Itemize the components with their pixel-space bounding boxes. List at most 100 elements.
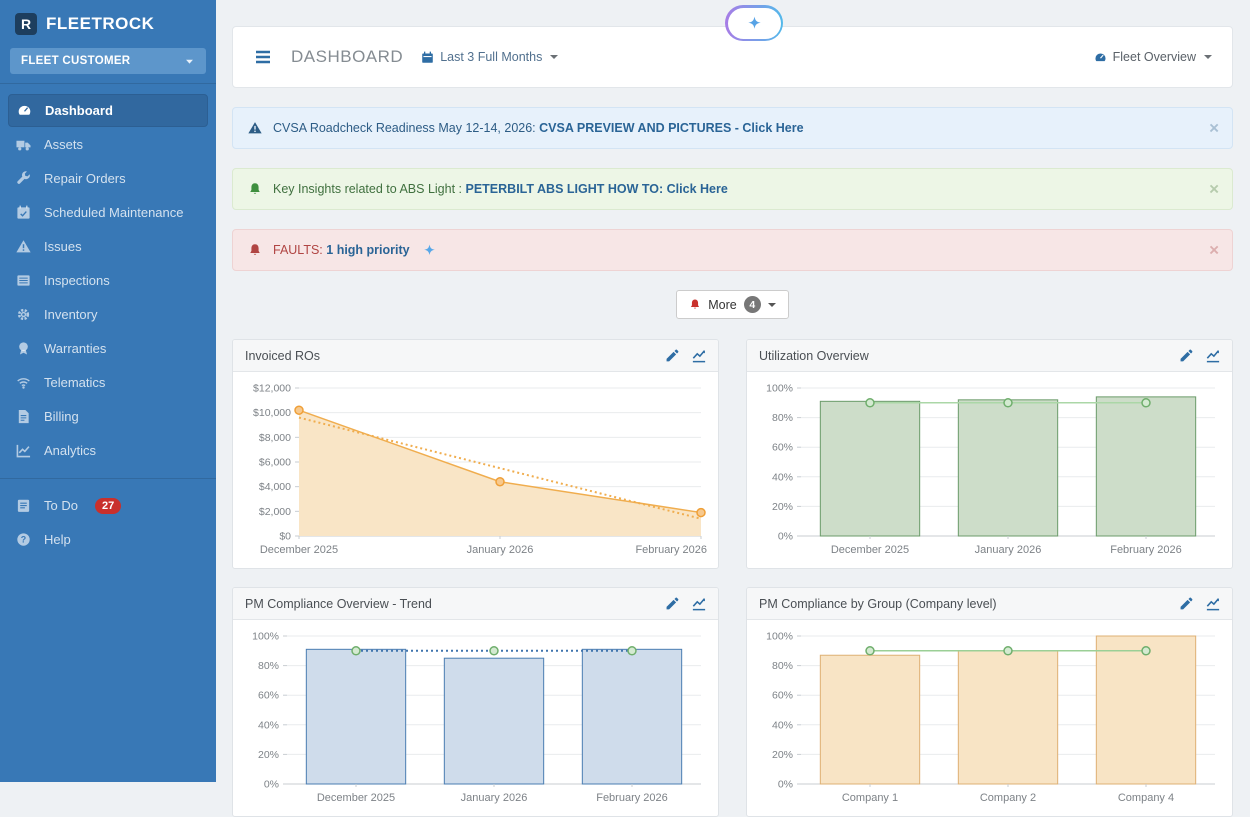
more-alerts-button[interactable]: More 4	[676, 290, 788, 319]
sidebar-item-label: Issues	[44, 239, 82, 254]
sidebar-divider	[0, 83, 216, 84]
svg-text:100%: 100%	[252, 631, 279, 643]
caret-down-icon	[184, 56, 195, 67]
sidebar-divider	[0, 478, 216, 479]
svg-text:$0: $0	[279, 531, 291, 543]
svg-text:40%: 40%	[258, 719, 279, 731]
card-title: Utilization Overview	[759, 349, 869, 363]
sidebar-item-billing[interactable]: Billing	[8, 400, 208, 433]
cvsa-preview-link[interactable]: CVSA PREVIEW AND PICTURES - Click Here	[539, 121, 803, 135]
question-circle-icon: ?	[16, 532, 31, 547]
svg-text:$10,000: $10,000	[253, 407, 291, 419]
pencil-icon[interactable]	[1179, 597, 1193, 611]
card-title: PM Compliance by Group (Company level)	[759, 597, 997, 611]
sidebar-item-inventory[interactable]: Inventory	[8, 298, 208, 331]
pencil-icon[interactable]	[665, 597, 679, 611]
sidebar-item-dashboard[interactable]: Dashboard	[8, 94, 208, 127]
pencil-icon[interactable]	[665, 349, 679, 363]
fleet-customer-label: FLEET CUSTOMER	[21, 55, 130, 67]
card-actions	[665, 597, 706, 611]
sparkle-icon[interactable]	[423, 244, 436, 257]
expand-chart-icon[interactable]	[692, 597, 706, 611]
abs-light-link[interactable]: PETERBILT ABS LIGHT HOW TO: Click Here	[466, 182, 728, 196]
card-body: $0$2,000$4,000$6,000$8,000$10,000$12,000…	[233, 372, 718, 568]
todo-count-badge: 27	[95, 498, 121, 514]
sidebar-item-telematics[interactable]: Telematics	[8, 366, 208, 399]
svg-text:40%: 40%	[772, 471, 793, 483]
card-actions	[1179, 597, 1220, 611]
alert-text: FAULTS: 1 high priority	[273, 243, 410, 257]
card-actions	[665, 349, 706, 363]
sidebar-footer-menu: To Do 27? Help	[0, 489, 216, 557]
more-label: More	[708, 298, 736, 312]
calendar-icon	[421, 51, 434, 64]
sidebar-item-label: Inspections	[44, 273, 110, 288]
warning-triangle-icon	[16, 239, 31, 254]
fleet-overview-filter[interactable]: Fleet Overview	[1094, 50, 1212, 64]
cogs-icon	[16, 307, 31, 322]
date-range-label: Last 3 Full Months	[440, 50, 542, 64]
key-insights-alert-banner: Key Insights related to ABS Light : PETE…	[232, 168, 1233, 210]
fleet-customer-selector[interactable]: FLEET CUSTOMER	[10, 48, 206, 74]
sidebar-item-label: Inventory	[44, 307, 97, 322]
sidebar-item-label: Help	[44, 532, 71, 547]
app-logo: R FLEETROCK	[0, 0, 216, 46]
expand-chart-icon[interactable]	[1206, 349, 1220, 363]
card-body: 0%20%40%60%80%100%December 2025January 2…	[233, 620, 718, 816]
svg-text:December 2025: December 2025	[317, 792, 395, 804]
close-icon[interactable]: ×	[1209, 181, 1219, 198]
card-header: PM Compliance Overview - Trend	[233, 588, 718, 620]
alert-text: Key Insights related to ABS Light : PETE…	[273, 182, 728, 196]
bell-icon	[689, 298, 701, 311]
fleet-overview-label: Fleet Overview	[1113, 50, 1196, 64]
sidebar-item-repair-orders[interactable]: Repair Orders	[8, 162, 208, 195]
clipboard-list-icon	[16, 273, 31, 288]
sidebar-item-label: To Do	[44, 498, 78, 513]
sidebar-item-label: Telematics	[44, 375, 105, 390]
svg-text:80%: 80%	[772, 660, 793, 672]
svg-text:$4,000: $4,000	[259, 481, 291, 493]
calendar-check-icon	[16, 205, 31, 220]
svg-text:0%: 0%	[778, 531, 793, 543]
sidebar-item-inspections[interactable]: Inspections	[8, 264, 208, 297]
wifi-icon	[16, 375, 31, 390]
sidebar-item-issues[interactable]: Issues	[8, 230, 208, 263]
svg-text:Company 2: Company 2	[980, 792, 1036, 804]
caret-down-icon	[550, 55, 558, 59]
sidebar-item-analytics[interactable]: Analytics	[8, 434, 208, 467]
ai-assistant-button[interactable]	[725, 5, 783, 41]
expand-chart-icon[interactable]	[692, 349, 706, 363]
bell-icon	[248, 182, 262, 196]
sidebar-item-warranties[interactable]: Warranties	[8, 332, 208, 365]
expand-chart-icon[interactable]	[1206, 597, 1220, 611]
sidebar-item-scheduled-maintenance[interactable]: Scheduled Maintenance	[8, 196, 208, 229]
sidebar-item-assets[interactable]: Assets	[8, 128, 208, 161]
main-content: DASHBOARD Last 3 Full Months Fleet Overv…	[216, 0, 1250, 782]
svg-text:Company 4: Company 4	[1118, 792, 1174, 804]
card-header: Invoiced ROs	[233, 340, 718, 372]
svg-text:February 2026: February 2026	[596, 792, 668, 804]
card-title: PM Compliance Overview - Trend	[245, 597, 432, 611]
warning-triangle-icon	[248, 121, 262, 135]
svg-text:100%: 100%	[766, 631, 793, 643]
close-icon[interactable]: ×	[1209, 120, 1219, 137]
svg-text:February 2026: February 2026	[1110, 544, 1182, 556]
high-priority-faults-link[interactable]: 1 high priority	[326, 243, 409, 257]
pencil-icon[interactable]	[1179, 349, 1193, 363]
close-icon[interactable]: ×	[1209, 242, 1219, 259]
caret-down-icon	[768, 303, 776, 307]
more-count-badge: 4	[744, 296, 761, 313]
date-range-filter[interactable]: Last 3 Full Months	[421, 50, 558, 64]
hamburger-icon[interactable]	[253, 49, 273, 65]
svg-text:60%: 60%	[772, 690, 793, 702]
svg-text:?: ?	[21, 535, 26, 545]
sidebar-item-help[interactable]: ? Help	[8, 523, 208, 556]
sidebar-item-to-do[interactable]: To Do 27	[8, 489, 208, 522]
gauge-icon	[1094, 51, 1107, 64]
svg-text:20%: 20%	[258, 749, 279, 761]
svg-text:60%: 60%	[772, 442, 793, 454]
card-body: 0%20%40%60%80%100%December 2025January 2…	[747, 372, 1232, 568]
card-header: Utilization Overview	[747, 340, 1232, 372]
tasks-icon	[16, 498, 31, 513]
svg-text:$2,000: $2,000	[259, 506, 291, 518]
